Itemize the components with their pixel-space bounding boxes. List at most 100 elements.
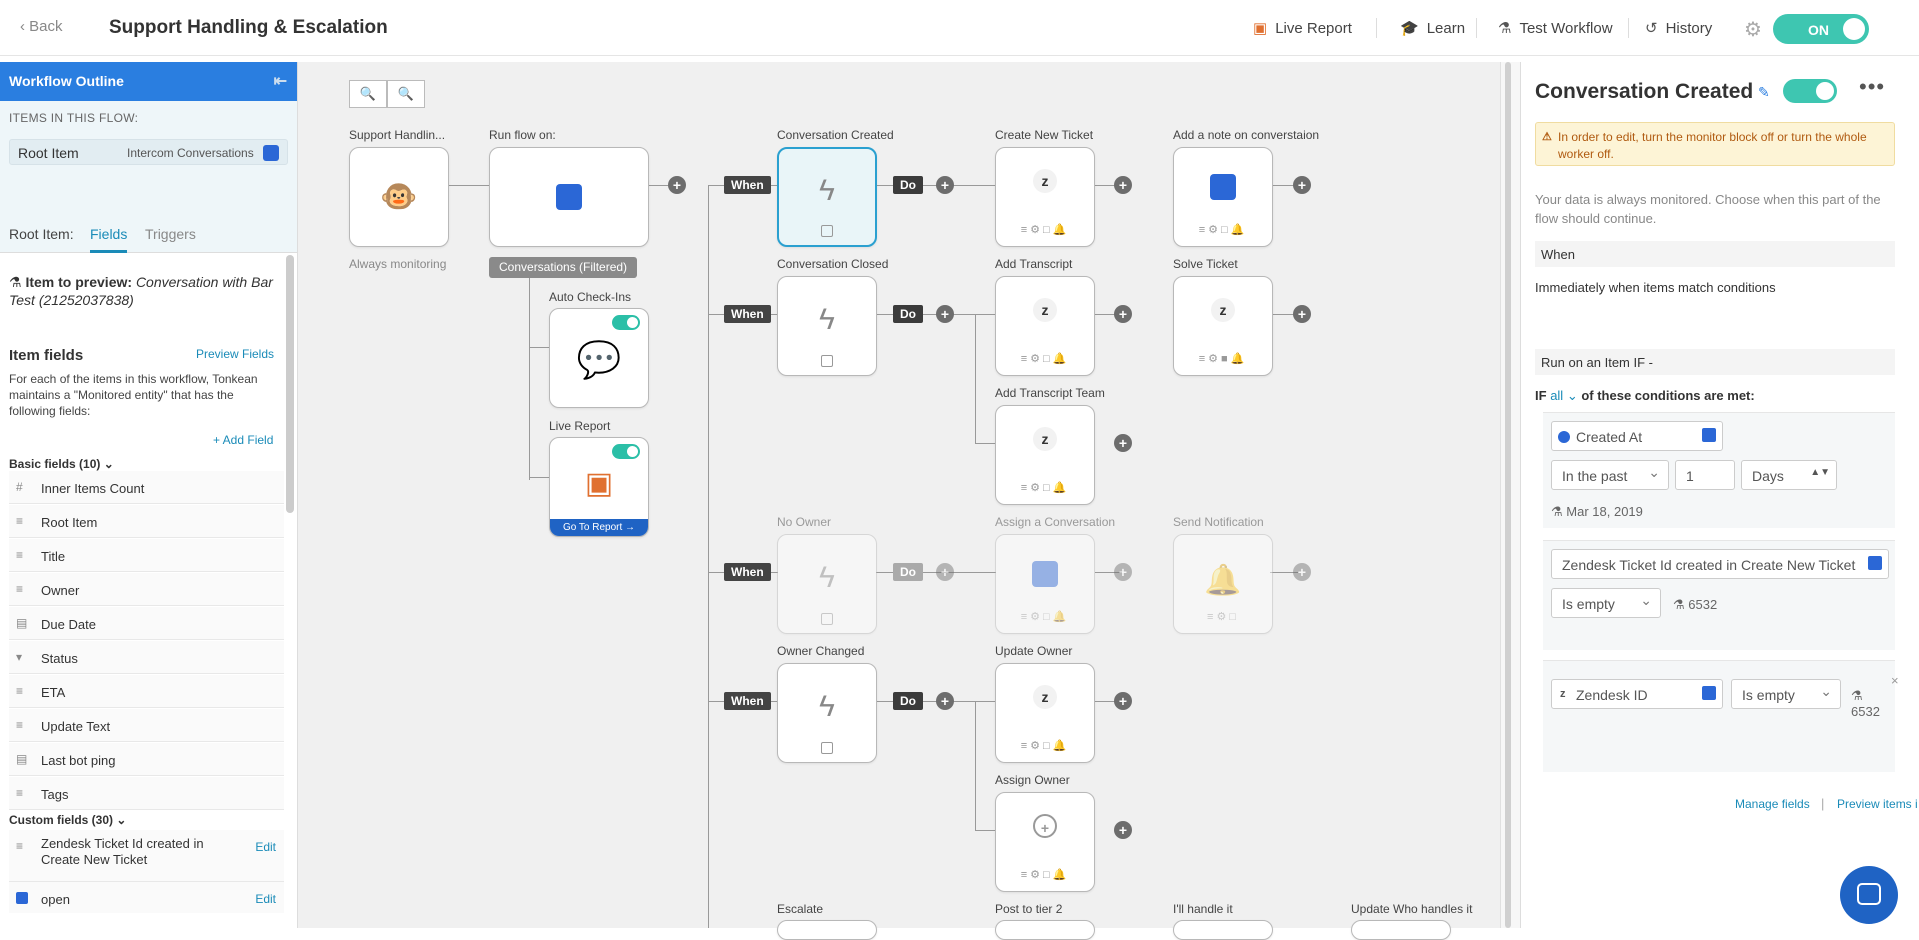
auto-checkins-node[interactable]: 💬 bbox=[549, 308, 649, 408]
test-workflow-button[interactable]: ⚗ Test Workflow bbox=[1498, 19, 1613, 37]
add-button[interactable]: + bbox=[1114, 563, 1132, 581]
add-button[interactable]: + bbox=[1293, 563, 1311, 581]
solve-ticket-node[interactable]: z ≡⚙■🔔 bbox=[1173, 276, 1273, 376]
condition-unit-select[interactable]: Days ▲▼ bbox=[1741, 460, 1837, 490]
trigger-toggle[interactable] bbox=[1783, 79, 1837, 103]
condition-hint: ⚗ 6532 bbox=[1673, 597, 1718, 612]
conversation-created-node[interactable]: ϟ bbox=[777, 147, 877, 247]
live-report-button[interactable]: ▣ Live Report bbox=[1253, 19, 1352, 37]
add-button[interactable]: + bbox=[1293, 305, 1311, 323]
condition-operator-select[interactable]: Is empty bbox=[1551, 588, 1661, 618]
preview-fields-link[interactable]: Preview Fields bbox=[196, 347, 274, 361]
add-button[interactable]: + bbox=[1293, 176, 1311, 194]
live-report-node[interactable]: ▣ Go To Report → bbox=[549, 437, 649, 537]
workflow-outline-sidebar: Workflow Outline ⇤ ITEMS IN THIS FLOW: Ro… bbox=[0, 62, 298, 928]
update-who-node[interactable] bbox=[1351, 920, 1451, 940]
manage-fields-link[interactable]: Manage fields bbox=[1735, 797, 1810, 811]
panel-title: Conversation Created bbox=[1535, 80, 1754, 103]
chat-circuit-icon: 💬 bbox=[576, 339, 622, 381]
immediately-option[interactable]: Immediately when items match conditions bbox=[1535, 280, 1776, 295]
condition-operator-select[interactable]: Is empty bbox=[1731, 679, 1841, 709]
add-button[interactable]: + bbox=[1114, 305, 1132, 323]
pencil-icon[interactable]: ✎ bbox=[1758, 84, 1770, 101]
panel-divider[interactable] bbox=[1500, 62, 1520, 928]
add-button[interactable]: + bbox=[1114, 434, 1132, 452]
flask-icon: ⚗ bbox=[1498, 20, 1512, 37]
conversation-closed-node[interactable]: ϟ bbox=[777, 276, 877, 376]
add-button[interactable]: + bbox=[1114, 176, 1132, 194]
intercom-icon bbox=[1032, 561, 1058, 588]
condition-number-input[interactable]: 1 bbox=[1675, 460, 1735, 490]
auto-checkins-toggle[interactable] bbox=[612, 315, 640, 330]
condition-field-select[interactable]: Zendesk Ticket Id created in Create New … bbox=[1551, 549, 1889, 579]
no-owner-node[interactable]: ϟ bbox=[777, 534, 877, 634]
chat-widget-button[interactable] bbox=[1840, 866, 1898, 924]
assign-owner-node[interactable]: + ≡⚙□🔔 bbox=[995, 792, 1095, 892]
add-button[interactable]: + bbox=[936, 305, 954, 323]
history-button[interactable]: ↺ History bbox=[1645, 19, 1712, 37]
gear-icon[interactable]: ⚙ bbox=[1744, 17, 1762, 42]
field-picker-icon[interactable] bbox=[1702, 686, 1716, 700]
assign-conversation-node[interactable]: ≡⚙□🔔 bbox=[995, 534, 1095, 634]
root-item-row[interactable]: Root Item Intercom Conversations bbox=[9, 139, 288, 165]
create-new-ticket-node[interactable]: z ≡⚙□🔔 bbox=[995, 147, 1095, 247]
remove-condition-icon[interactable]: × bbox=[1891, 673, 1899, 688]
basic-field-row[interactable]: # Inner Items Count bbox=[9, 471, 284, 504]
add-button[interactable]: + bbox=[936, 563, 954, 581]
add-button[interactable]: + bbox=[1114, 821, 1132, 839]
update-owner-node[interactable]: z ≡⚙□🔔 bbox=[995, 663, 1095, 763]
basic-field-row[interactable]: ≡ ETA bbox=[9, 675, 284, 708]
basic-field-row[interactable]: ≡ Owner bbox=[9, 573, 284, 606]
custom-field-row[interactable]: ≡ Zendesk Ticket Id created in Create New… bbox=[9, 830, 284, 882]
tab-triggers[interactable]: Triggers bbox=[145, 226, 196, 242]
root-node[interactable]: 🐵 bbox=[349, 147, 449, 247]
add-button[interactable]: + bbox=[936, 692, 954, 710]
add-button[interactable]: + bbox=[1114, 692, 1132, 710]
basic-field-row[interactable]: ≡ Update Text bbox=[9, 709, 284, 742]
add-field-link[interactable]: + Add Field bbox=[213, 433, 273, 447]
more-icon[interactable]: ••• bbox=[1859, 74, 1885, 100]
add-button[interactable]: + bbox=[668, 176, 686, 194]
text-field-icon: ≡ bbox=[16, 548, 24, 562]
basic-field-row[interactable]: ≡ Tags bbox=[9, 777, 284, 810]
add-button[interactable]: + bbox=[936, 176, 954, 194]
back-button[interactable]: ‹ Back bbox=[20, 18, 63, 35]
send-notification-node[interactable]: 🔔 ≡⚙□ bbox=[1173, 534, 1273, 634]
basic-fields-toggle[interactable]: Basic fields (10) ⌄ bbox=[9, 457, 114, 471]
custom-field-row[interactable]: open Edit bbox=[9, 882, 284, 913]
owner-changed-node[interactable]: ϟ bbox=[777, 663, 877, 763]
tab-fields[interactable]: Fields bbox=[90, 226, 128, 253]
report-icon: ▣ bbox=[1253, 20, 1268, 37]
go-to-report-button[interactable]: Go To Report → bbox=[550, 519, 648, 536]
condition-operator-select[interactable]: In the past bbox=[1551, 460, 1669, 490]
learn-button[interactable]: 🎓 Learn bbox=[1400, 19, 1465, 37]
basic-field-row[interactable]: ▤ Last bot ping bbox=[9, 743, 284, 776]
basic-field-row[interactable]: ≡ Root Item bbox=[9, 505, 284, 538]
field-picker-icon[interactable] bbox=[1868, 556, 1882, 570]
condition-field-select[interactable]: Created At bbox=[1551, 421, 1723, 451]
sidebar-scrollbar[interactable] bbox=[286, 255, 294, 513]
collapse-icon[interactable]: ⇤ bbox=[274, 71, 287, 91]
preview-items-link[interactable]: Preview items i bbox=[1837, 797, 1918, 811]
field-picker-icon[interactable] bbox=[1702, 428, 1716, 442]
live-report-toggle[interactable] bbox=[612, 444, 640, 459]
condition-field-select[interactable]: z Zendesk ID bbox=[1551, 679, 1723, 709]
conversations-filtered-badge[interactable]: Conversations (Filtered) bbox=[489, 257, 638, 278]
all-any-dropdown[interactable]: all ⌄ bbox=[1550, 388, 1578, 403]
add-transcript-team-node[interactable]: z ≡⚙□🔔 bbox=[995, 405, 1095, 505]
condition-row: zZendesk ID Is empty ⚗ 6532 × bbox=[1543, 660, 1899, 772]
add-note-node[interactable]: ≡⚙□🔔 bbox=[1173, 147, 1273, 247]
zoom-out-button[interactable]: 🔍 bbox=[349, 80, 387, 108]
worker-on-toggle[interactable]: ON bbox=[1773, 14, 1869, 44]
basic-field-row[interactable]: ≡ Title bbox=[9, 539, 284, 572]
zoom-in-button[interactable]: 🔍 bbox=[387, 80, 425, 108]
ill-handle-node[interactable] bbox=[1173, 920, 1273, 940]
add-user-icon: + bbox=[1033, 814, 1057, 839]
run-flow-on-node[interactable] bbox=[489, 147, 649, 247]
add-transcript-node[interactable]: z ≡⚙□🔔 bbox=[995, 276, 1095, 376]
basic-field-row[interactable]: ▾ Status bbox=[9, 641, 284, 674]
custom-fields-toggle[interactable]: Custom fields (30) ⌄ bbox=[9, 813, 126, 827]
escalate-node[interactable] bbox=[777, 920, 877, 940]
post-tier2-node[interactable] bbox=[995, 920, 1095, 940]
basic-field-row[interactable]: ▤ Due Date bbox=[9, 607, 284, 640]
